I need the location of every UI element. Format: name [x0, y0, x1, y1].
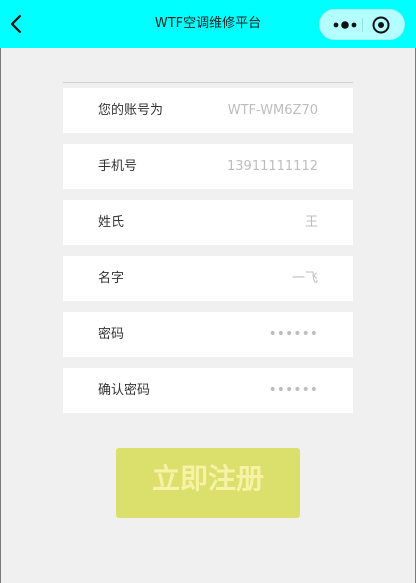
- password-row[interactable]: 密码 ••••••: [63, 312, 353, 357]
- surname-input[interactable]: 王: [305, 200, 318, 245]
- account-row: 您的账号为 WTF-WM6Z70: [63, 88, 353, 133]
- confirm-password-input[interactable]: ••••••: [268, 368, 318, 413]
- password-label: 密码: [98, 327, 125, 342]
- more-dots-icon: [333, 21, 357, 29]
- target-circle-icon: [372, 16, 390, 34]
- confirm-password-row[interactable]: 确认密码 ••••••: [63, 368, 353, 413]
- form-top-divider: [63, 82, 353, 83]
- given-name-input[interactable]: 一飞: [292, 256, 318, 301]
- password-input[interactable]: ••••••: [268, 312, 318, 357]
- capsule-menu: [319, 9, 405, 40]
- given-name-label: 名字: [98, 271, 125, 286]
- phone-row[interactable]: 手机号 13911111112: [63, 144, 353, 189]
- more-button[interactable]: [328, 13, 362, 37]
- confirm-password-label: 确认密码: [98, 383, 151, 398]
- phone-label: 手机号: [98, 159, 138, 174]
- surname-row[interactable]: 姓氏 王: [63, 200, 353, 245]
- capsule-divider: [362, 18, 363, 32]
- account-label: 您的账号为: [98, 103, 164, 118]
- register-button[interactable]: 立即注册: [116, 448, 300, 518]
- phone-input[interactable]: 13911111112: [227, 144, 318, 189]
- frame-border-left: [0, 48, 1, 583]
- surname-label: 姓氏: [98, 215, 125, 230]
- close-miniprogram-button[interactable]: [370, 14, 392, 36]
- nav-bar: WTF空调维修平台: [0, 0, 416, 48]
- given-name-row[interactable]: 名字 一飞: [63, 256, 353, 301]
- account-value: WTF-WM6Z70: [227, 103, 318, 118]
